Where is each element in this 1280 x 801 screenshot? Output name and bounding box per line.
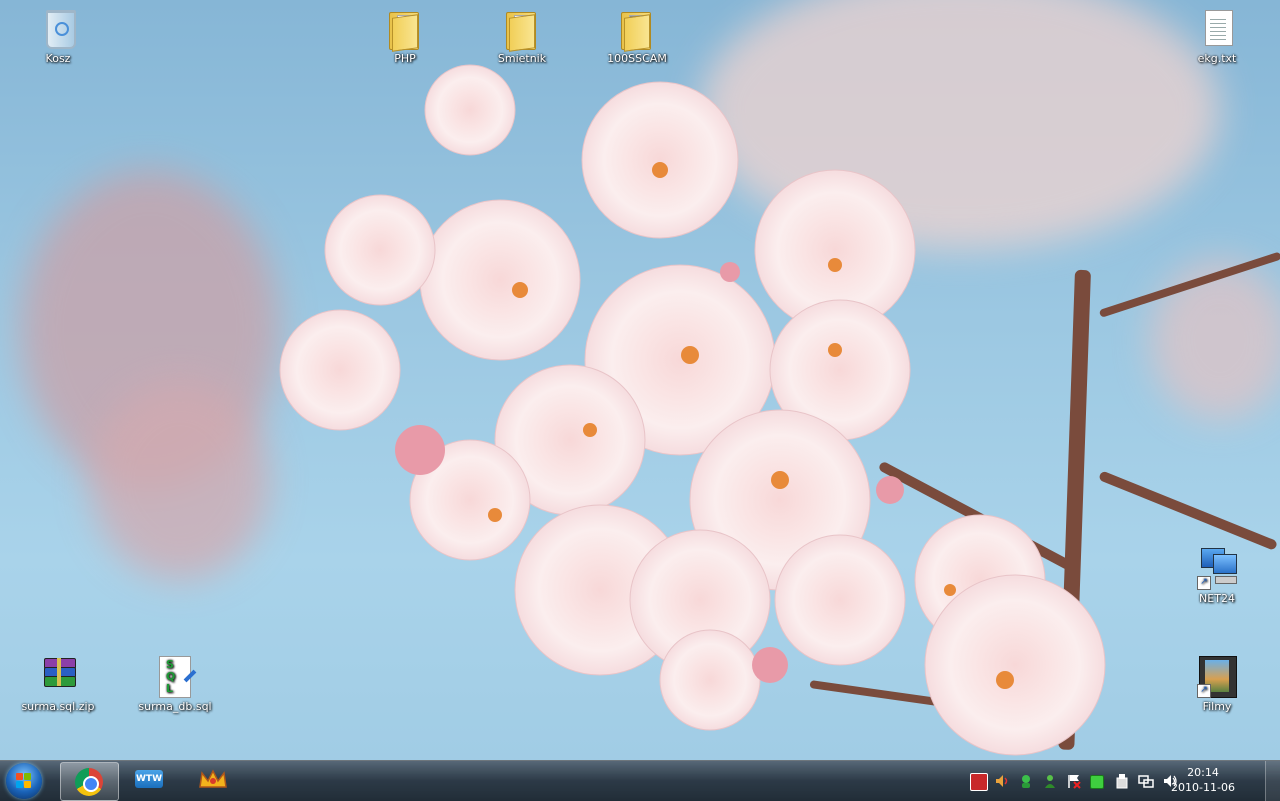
green-square-icon[interactable] (1090, 775, 1104, 789)
show-desktop-button[interactable] (1265, 761, 1280, 801)
desktop-icon-recycle-bin[interactable]: Kosz (13, 8, 103, 65)
desktop-icon-label: Kosz (45, 52, 71, 65)
taskbar-clock[interactable]: 20:14 2010-11-06 (1168, 765, 1238, 795)
film-shortcut-icon: ↗ (1197, 656, 1237, 698)
desktop-icon-surma-db-sql[interactable]: S Q L surma_db.sql (130, 656, 220, 713)
desktop-icon-ekg-txt[interactable]: ekg.txt (1172, 8, 1262, 65)
desktop-icon-label: 100SSCAM (607, 52, 667, 65)
taskbar-crown-app-button[interactable] (190, 762, 236, 799)
chrome-icon (75, 768, 103, 796)
start-button[interactable] (6, 763, 42, 799)
system-tray: 20:14 2010-11-06 (964, 761, 1264, 801)
desktop-icon-label: NET24 (1199, 592, 1235, 605)
winrar-archive-icon (38, 656, 78, 696)
taskbar: WTW 20:14 2010-11-06 (0, 760, 1280, 801)
shortcut-arrow-icon: ↗ (1197, 576, 1211, 590)
sql-file-icon: S Q L (155, 656, 197, 698)
clock-date: 2010-11-06 (1171, 781, 1235, 794)
cherry-blossom-cluster (279, 64, 1106, 756)
desktop-icon-100sscam-folder[interactable]: 100SSCAM (592, 8, 682, 65)
desktop-icon-label: surma_db.sql (138, 700, 212, 713)
recycle-bin-icon (38, 8, 78, 49)
network-shortcut-icon: ↗ (1197, 548, 1237, 590)
antivirus-icon[interactable] (970, 773, 988, 791)
shortcut-arrow-icon: ↗ (1197, 684, 1211, 698)
folder-icon (502, 8, 542, 52)
desktop-icon-label: PHP (394, 52, 416, 65)
user-green-icon[interactable] (1042, 773, 1058, 789)
taskbar-wtw-button[interactable]: WTW (127, 762, 173, 799)
usb-device-icon[interactable] (1114, 773, 1130, 789)
green-status-icon[interactable] (1018, 773, 1034, 789)
desktop-icon-net24[interactable]: ↗ NET24 (1172, 548, 1262, 605)
network-icon[interactable] (1138, 773, 1154, 789)
crown-app-icon (199, 769, 227, 788)
desktop-icon-label: surma.sql.zip (21, 700, 95, 713)
desktop-icon-php-folder[interactable]: PHP (360, 8, 450, 65)
text-file-icon (1197, 8, 1237, 48)
flag-action-center-icon[interactable] (1066, 773, 1082, 789)
windows-start-orb-icon (16, 773, 32, 789)
clock-time: 20:14 (1187, 766, 1219, 779)
folder-icon (385, 8, 425, 52)
desktop-icon-filmy[interactable]: ↗ Filmy (1172, 656, 1262, 713)
wtw-icon: WTW (135, 770, 163, 788)
sql-letter: Q (166, 670, 176, 683)
desktop-icon-smietnik-folder[interactable]: Smietnik (477, 8, 567, 65)
sql-letter: S (166, 658, 174, 671)
desktop-icon-label: ekg.txt (1197, 52, 1237, 65)
wallpaper (0, 0, 1280, 760)
desktop-icon-surma-sql-zip[interactable]: surma.sql.zip (13, 656, 103, 713)
folder-icon (617, 8, 657, 52)
volume-alert-icon[interactable] (994, 773, 1010, 789)
desktop-icon-label: Filmy (1202, 700, 1232, 713)
desktop-icon-label: Smietnik (497, 52, 547, 65)
sql-letter: L (166, 682, 174, 695)
taskbar-chrome-button[interactable] (60, 762, 119, 801)
